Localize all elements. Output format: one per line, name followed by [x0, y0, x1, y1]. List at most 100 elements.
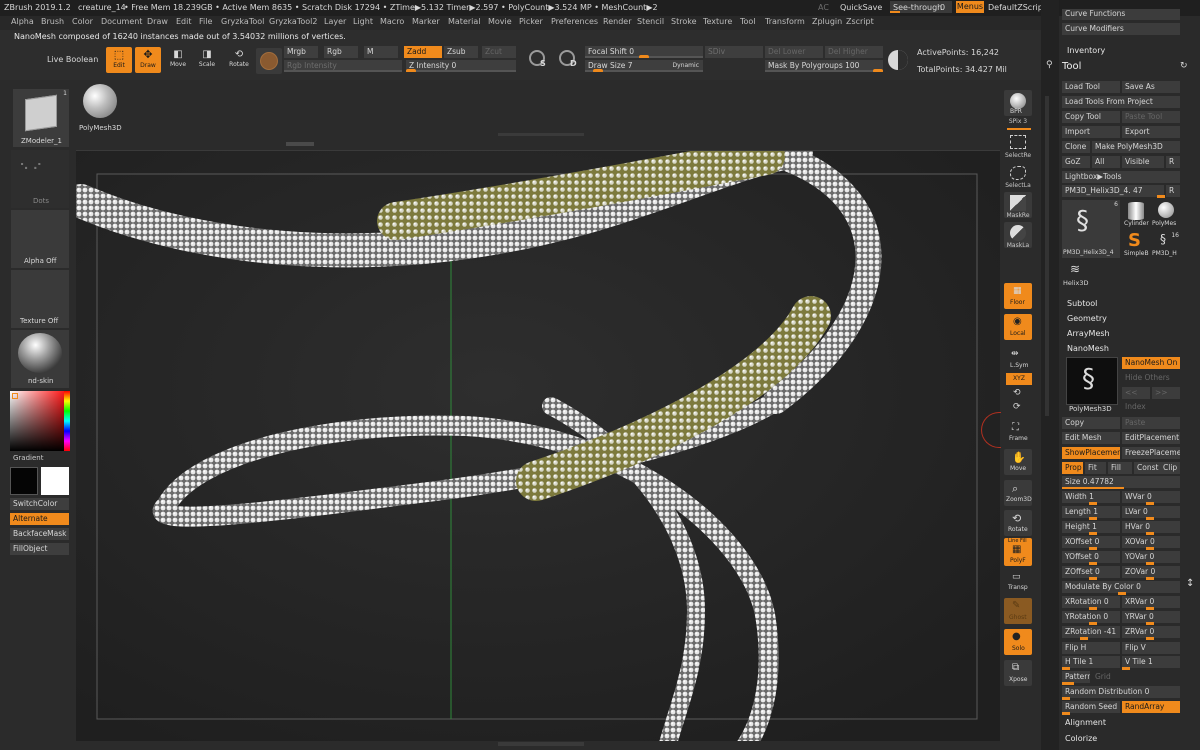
mask-by-polygroups-slider[interactable]: Mask By Polygroups 100: [765, 60, 883, 72]
nanomesh-index-slider[interactable]: Index: [1122, 401, 1180, 413]
tool-thumb-cylinder[interactable]: Cylinder: [1124, 200, 1150, 230]
scroll-handle[interactable]: [286, 142, 314, 146]
import-button[interactable]: Import: [1062, 126, 1120, 138]
make-polymesh3d-button[interactable]: Make PolyMesh3D: [1092, 141, 1180, 153]
save-as-button[interactable]: Save As: [1122, 81, 1180, 93]
bottom-tray-handle[interactable]: [498, 742, 584, 746]
curve-modifiers-header[interactable]: Curve Modifiers: [1062, 23, 1180, 35]
tool-thumb-helix[interactable]: § 6 PM3D_Helix3D_4: [1062, 200, 1120, 258]
nanomesh-next-button[interactable]: >>: [1152, 387, 1180, 399]
ghost-button[interactable]: ✎ Ghost: [1004, 598, 1032, 624]
del-lower-button[interactable]: Del Lower: [765, 46, 823, 58]
material-swatch-button[interactable]: [256, 48, 282, 74]
scale-button[interactable]: ◨ Scale: [195, 49, 219, 68]
geometry-header[interactable]: Geometry: [1067, 314, 1107, 323]
const-mode-button[interactable]: Const: [1134, 462, 1160, 474]
goz-button[interactable]: GoZ: [1062, 156, 1090, 168]
menu-layer[interactable]: Layer: [324, 17, 346, 26]
v-tile-slider[interactable]: V Tile 1: [1122, 656, 1180, 668]
draw-button[interactable]: ✥ Draw: [135, 47, 161, 73]
fillobject-button[interactable]: FillObject: [10, 543, 69, 555]
hue-strip[interactable]: [64, 391, 70, 451]
rand-array-button[interactable]: RandArray: [1122, 701, 1180, 713]
rotate-axis-z-icon[interactable]: ⟳: [1013, 402, 1021, 412]
rgb-button[interactable]: Rgb: [324, 46, 358, 58]
menu-alpha[interactable]: Alpha: [11, 17, 34, 26]
menu-render[interactable]: Render: [603, 17, 631, 26]
secondary-color-swatch[interactable]: [10, 467, 38, 495]
nanomesh-on-button[interactable]: NanoMesh On: [1122, 357, 1180, 369]
curve-functions-header[interactable]: Curve Functions: [1062, 9, 1180, 20]
gradient-label[interactable]: Gradient: [13, 454, 43, 462]
goz-r-button[interactable]: R: [1166, 156, 1180, 168]
move-view-button[interactable]: ✋ Move: [1004, 449, 1032, 475]
tray-scrollbar[interactable]: [1045, 96, 1049, 416]
menu-marker[interactable]: Marker: [412, 17, 440, 26]
export-button[interactable]: Export: [1122, 126, 1180, 138]
load-tools-from-project-button[interactable]: Load Tools From Project: [1062, 96, 1180, 108]
menu-material[interactable]: Material: [448, 17, 481, 26]
spix-slider[interactable]: SPix 3: [998, 118, 1038, 125]
current-tool-slider[interactable]: PM3D_Helix3D_4. 47: [1062, 185, 1164, 197]
move-button[interactable]: ◧ Move: [166, 49, 190, 68]
tool-thumb-helix3d[interactable]: ≋ Helix3D: [1062, 262, 1092, 290]
zcut-button[interactable]: Zcut: [482, 46, 516, 58]
clone-button[interactable]: Clone: [1062, 141, 1090, 153]
tool-palette-title[interactable]: Tool: [1062, 61, 1081, 72]
edit-placement-button[interactable]: EditPlacement: [1122, 432, 1180, 444]
stroke-dots-button[interactable]: ⠢⠔ Dots: [11, 150, 69, 208]
stroke-s-button[interactable]: S: [526, 46, 552, 72]
polymesh-sphere-icon[interactable]: [83, 84, 117, 118]
texture-button[interactable]: Texture Off: [11, 270, 69, 328]
freeze-placement-button[interactable]: FreezePlacemer: [1122, 447, 1180, 459]
ac-toggle[interactable]: AC: [818, 3, 829, 12]
fit-mode-button[interactable]: Fit: [1085, 462, 1106, 474]
rgb-intensity-slider[interactable]: Rgb Intensity: [284, 60, 402, 72]
stroke-d-button[interactable]: D: [556, 46, 582, 72]
menu-movie[interactable]: Movie: [488, 17, 512, 26]
menu-zplugin[interactable]: Zplugin: [812, 17, 842, 26]
color-picker[interactable]: [10, 391, 70, 451]
bpr-button[interactable]: BPR: [1004, 90, 1032, 116]
frame-button[interactable]: ⛶ Frame: [1004, 420, 1032, 446]
main-color-swatch[interactable]: [41, 467, 69, 495]
mrgb-button[interactable]: Mrgb: [284, 46, 318, 58]
arraymesh-header[interactable]: ArrayMesh: [1067, 329, 1110, 338]
local-button[interactable]: ◉ Local: [1004, 314, 1032, 340]
draw-size-slider[interactable]: Draw Size 7 Dynamic: [585, 60, 703, 72]
lightbox-tools-button[interactable]: Lightbox▶Tools: [1062, 171, 1180, 183]
top-tray-handle[interactable]: [498, 133, 584, 136]
menu-zscript[interactable]: Zscript: [846, 17, 874, 26]
copy-tool-button[interactable]: Copy Tool: [1062, 111, 1120, 123]
menu-transform[interactable]: Transform: [765, 17, 805, 26]
menu-macro[interactable]: Macro: [380, 17, 404, 26]
menu-light[interactable]: Light: [353, 17, 373, 26]
pin-icon[interactable]: ⚲: [1046, 60, 1053, 70]
nanomesh-copy-button[interactable]: Copy: [1062, 417, 1120, 429]
switchcolor-button[interactable]: SwitchColor: [10, 498, 69, 510]
show-placement-button[interactable]: ShowPlacement: [1062, 447, 1120, 459]
yin-yang-icon[interactable]: [888, 50, 908, 70]
goz-all-button[interactable]: All: [1092, 156, 1120, 168]
menu-draw[interactable]: Draw: [147, 17, 168, 26]
tool-thumb-pm3d-h[interactable]: § 16 PM3D_H: [1152, 232, 1180, 260]
edit-button[interactable]: ⬚ Edit: [106, 47, 132, 73]
tool-thumb-polymesh[interactable]: PolyMes: [1152, 200, 1180, 230]
xpose-button[interactable]: ⧉ Xpose: [1004, 660, 1032, 686]
menu-texture[interactable]: Texture: [703, 17, 732, 26]
nanomesh-thumbnail[interactable]: §: [1066, 357, 1118, 405]
h-tile-slider[interactable]: H Tile 1: [1062, 656, 1120, 668]
colorize-header[interactable]: Colorize: [1065, 734, 1097, 743]
prop-mode-button[interactable]: Prop: [1062, 462, 1083, 474]
backfacemask-button[interactable]: BackfaceMask: [10, 528, 69, 540]
menu-brush[interactable]: Brush: [41, 17, 64, 26]
paste-tool-button[interactable]: Paste Tool: [1122, 111, 1180, 123]
goz-visible-button[interactable]: Visible: [1122, 156, 1164, 168]
menu-picker[interactable]: Picker: [519, 17, 543, 26]
lsym-button[interactable]: ⇹ L.Sym: [1004, 348, 1032, 374]
rotate-view-button[interactable]: ⟲ Rotate: [1004, 510, 1032, 536]
nanomesh-paste-button[interactable]: Paste: [1122, 417, 1180, 429]
transp-button[interactable]: ▭ Transp: [1004, 570, 1032, 596]
nanomesh-header[interactable]: NanoMesh: [1067, 344, 1109, 353]
fill-mode-button[interactable]: Fill: [1108, 462, 1132, 474]
